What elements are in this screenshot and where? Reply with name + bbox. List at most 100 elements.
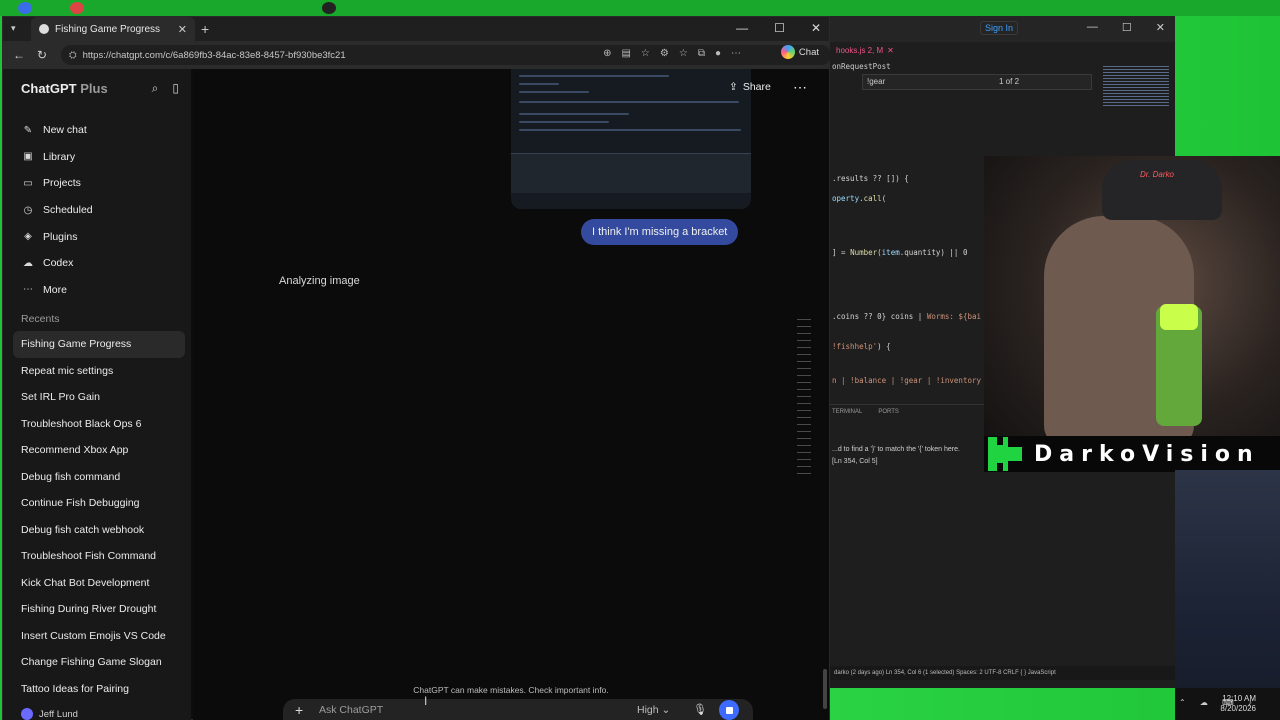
recent-chat-item[interactable]: Fishing Game Progress	[13, 331, 185, 358]
refresh-icon[interactable]: ↻	[37, 48, 47, 62]
back-icon[interactable]: ←	[13, 48, 25, 62]
stop-icon	[725, 706, 733, 714]
os-app-icon[interactable]	[322, 2, 336, 14]
user-menu[interactable]: Jeff Lund	[21, 707, 78, 720]
avatar	[21, 708, 33, 720]
attach-icon[interactable]: +	[295, 702, 303, 718]
sidebar-item-new-chat[interactable]: ✎ New chat	[3, 117, 191, 144]
recent-chat-item[interactable]: Fishing During River Drought	[3, 596, 191, 623]
recent-chat-item[interactable]: Debug fish catch webhook	[3, 517, 191, 544]
recent-chat-item[interactable]: Tattoo Ideas for Pairing	[3, 676, 191, 703]
find-input[interactable]: !gear	[867, 77, 885, 86]
collections-icon[interactable]: ⧉	[698, 48, 705, 59]
find-widget[interactable]: !gear 1 of 2	[862, 74, 1092, 90]
menu-icon[interactable]: ⋯	[731, 48, 741, 59]
sidebar-item-projects[interactable]: ▭ Projects	[3, 170, 191, 197]
microphone-icon[interactable]: 🎙	[693, 703, 707, 716]
recents-list: Fishing Game Progress Repeat mic setting…	[3, 331, 191, 702]
composer-input[interactable]: Ask ChatGPT	[319, 704, 383, 716]
breadcrumb[interactable]: onRequestPost	[832, 62, 891, 71]
conversation-options-icon[interactable]: ⋯	[793, 79, 807, 96]
sidebar-item-scheduled[interactable]: ◷ Scheduled	[3, 197, 191, 224]
close-tab-icon[interactable]: ✕	[178, 23, 187, 36]
os-app-icon[interactable]	[18, 2, 32, 14]
code-line	[519, 113, 629, 115]
assistant-status: Analyzing image	[279, 275, 360, 287]
tab-ports[interactable]: PORTS	[878, 409, 899, 415]
conversation-outline[interactable]	[797, 319, 811, 480]
editor-tab[interactable]: hooks.js 2, M ✕	[830, 42, 900, 58]
minimap[interactable]	[1103, 66, 1169, 146]
minimize-icon[interactable]: —	[1087, 21, 1098, 34]
scheduled-icon: ◷	[23, 204, 33, 216]
minimize-icon[interactable]: —	[736, 21, 748, 35]
maximize-icon[interactable]: ☐	[1122, 21, 1132, 34]
reasoning-mode-select[interactable]: High ⌄	[637, 704, 670, 716]
more-icon: ⋯	[23, 284, 33, 296]
code-line: !fishhelp') {	[832, 342, 891, 351]
recent-chat-item[interactable]: Insert Custom Emojis VS Code	[3, 623, 191, 650]
address-bar: ← ↻ ⛭ https://chatgpt.com/c/6a869fb3-84a…	[3, 41, 831, 69]
editor-tab-label: hooks.js 2, M	[836, 45, 884, 55]
clock-date: 8/20/2026	[1220, 704, 1256, 713]
browser-tab[interactable]: Fishing Game Progress ✕	[31, 17, 195, 41]
favorite-icon[interactable]: ☆	[641, 48, 650, 59]
plugins-icon: ◈	[24, 231, 32, 243]
profile-icon[interactable]: ●	[715, 48, 721, 59]
close-window-icon[interactable]: ✕	[1156, 21, 1165, 34]
reader-icon[interactable]: ▤	[621, 48, 630, 59]
sign-in-button[interactable]: Sign In	[980, 21, 1019, 35]
chatgpt-favicon-icon	[39, 24, 49, 34]
collapse-sidebar-icon[interactable]: ▯	[172, 81, 179, 96]
extensions-icon[interactable]: ⚙	[660, 48, 669, 59]
close-tab-icon[interactable]: ✕	[887, 46, 894, 55]
copilot-chat-button[interactable]: Chat	[780, 45, 819, 59]
recent-chat-item[interactable]: Debug fish command	[3, 464, 191, 491]
recent-chat-item[interactable]: Change Fishing Game Slogan	[3, 649, 191, 676]
os-top-strip	[0, 0, 1280, 16]
favorites-bar-icon[interactable]: ☆	[679, 48, 688, 59]
recent-chat-item[interactable]: Continue Fish Debugging	[3, 490, 191, 517]
recent-chat-item[interactable]: Troubleshoot Fish Command	[3, 543, 191, 570]
brand-overlay: DarkoVision	[984, 436, 1280, 472]
sidebar-item-codex[interactable]: ☁ Codex	[3, 250, 191, 277]
tab-list-icon[interactable]: ▾	[11, 23, 16, 34]
sidebar-item-more[interactable]: ⋯ More	[3, 277, 191, 304]
share-button[interactable]: ⇪ Share	[729, 81, 771, 93]
new-tab-icon[interactable]: +	[201, 21, 209, 37]
recent-chat-item[interactable]: Set IRL Pro Gain	[3, 384, 191, 411]
recent-chat-item[interactable]: Troubleshoot Black Ops 6	[3, 411, 191, 438]
zoom-icon[interactable]: ⊕	[603, 48, 611, 59]
tab-terminal[interactable]: TERMINAL	[832, 409, 862, 415]
maximize-icon[interactable]: ☐	[774, 21, 785, 35]
webcam-overlay: Dr. Darko	[984, 156, 1280, 438]
scrollbar[interactable]	[823, 669, 827, 709]
reasoning-mode-label: High	[637, 704, 659, 716]
channel-name: DarkoVision	[1034, 441, 1260, 467]
close-window-icon[interactable]: ✕	[811, 21, 821, 35]
sidebar-item-label: Library	[43, 150, 76, 163]
recents-heading: Recents	[21, 313, 60, 325]
codex-icon: ☁	[23, 257, 33, 269]
os-app-icon[interactable]	[70, 2, 84, 14]
code-line	[519, 121, 609, 123]
recent-chat-item[interactable]: Repeat mic settings	[3, 358, 191, 385]
search-icon[interactable]: ⌕	[152, 81, 159, 96]
sidebar-item-plugins[interactable]: ◈ Plugins	[3, 223, 191, 250]
brand-plan: Plus	[80, 81, 108, 96]
find-count: 1 of 2	[999, 77, 1020, 86]
sidebar-item-library[interactable]: ▣ Library	[3, 144, 191, 171]
recent-chat-item[interactable]: Kick Chat Bot Development	[3, 570, 191, 597]
clock[interactable]: 12:10 AM 8/20/2026	[1220, 694, 1256, 714]
code-line: .coins ?? 0} coins | Worms: ${bai	[832, 312, 982, 321]
problem-message[interactable]: ...d to find a '}' to match the '{' toke…	[832, 446, 960, 453]
recent-chat-item[interactable]: Recommend Xbox App	[3, 437, 191, 464]
hat-text: Dr. Darko	[1140, 170, 1174, 179]
stop-generating-button[interactable]	[719, 700, 739, 720]
sidebar-brand[interactable]: ChatGPT Plus	[21, 81, 108, 96]
new-chat-icon: ✎	[23, 124, 33, 136]
vscode-statusbar[interactable]: darko (2 days ago) Ln 354, Col 6 (1 sele…	[830, 666, 1175, 680]
attached-code-screenshot[interactable]	[511, 69, 751, 209]
code-line	[519, 83, 559, 85]
site-info-icon[interactable]: ⛭	[69, 50, 77, 61]
